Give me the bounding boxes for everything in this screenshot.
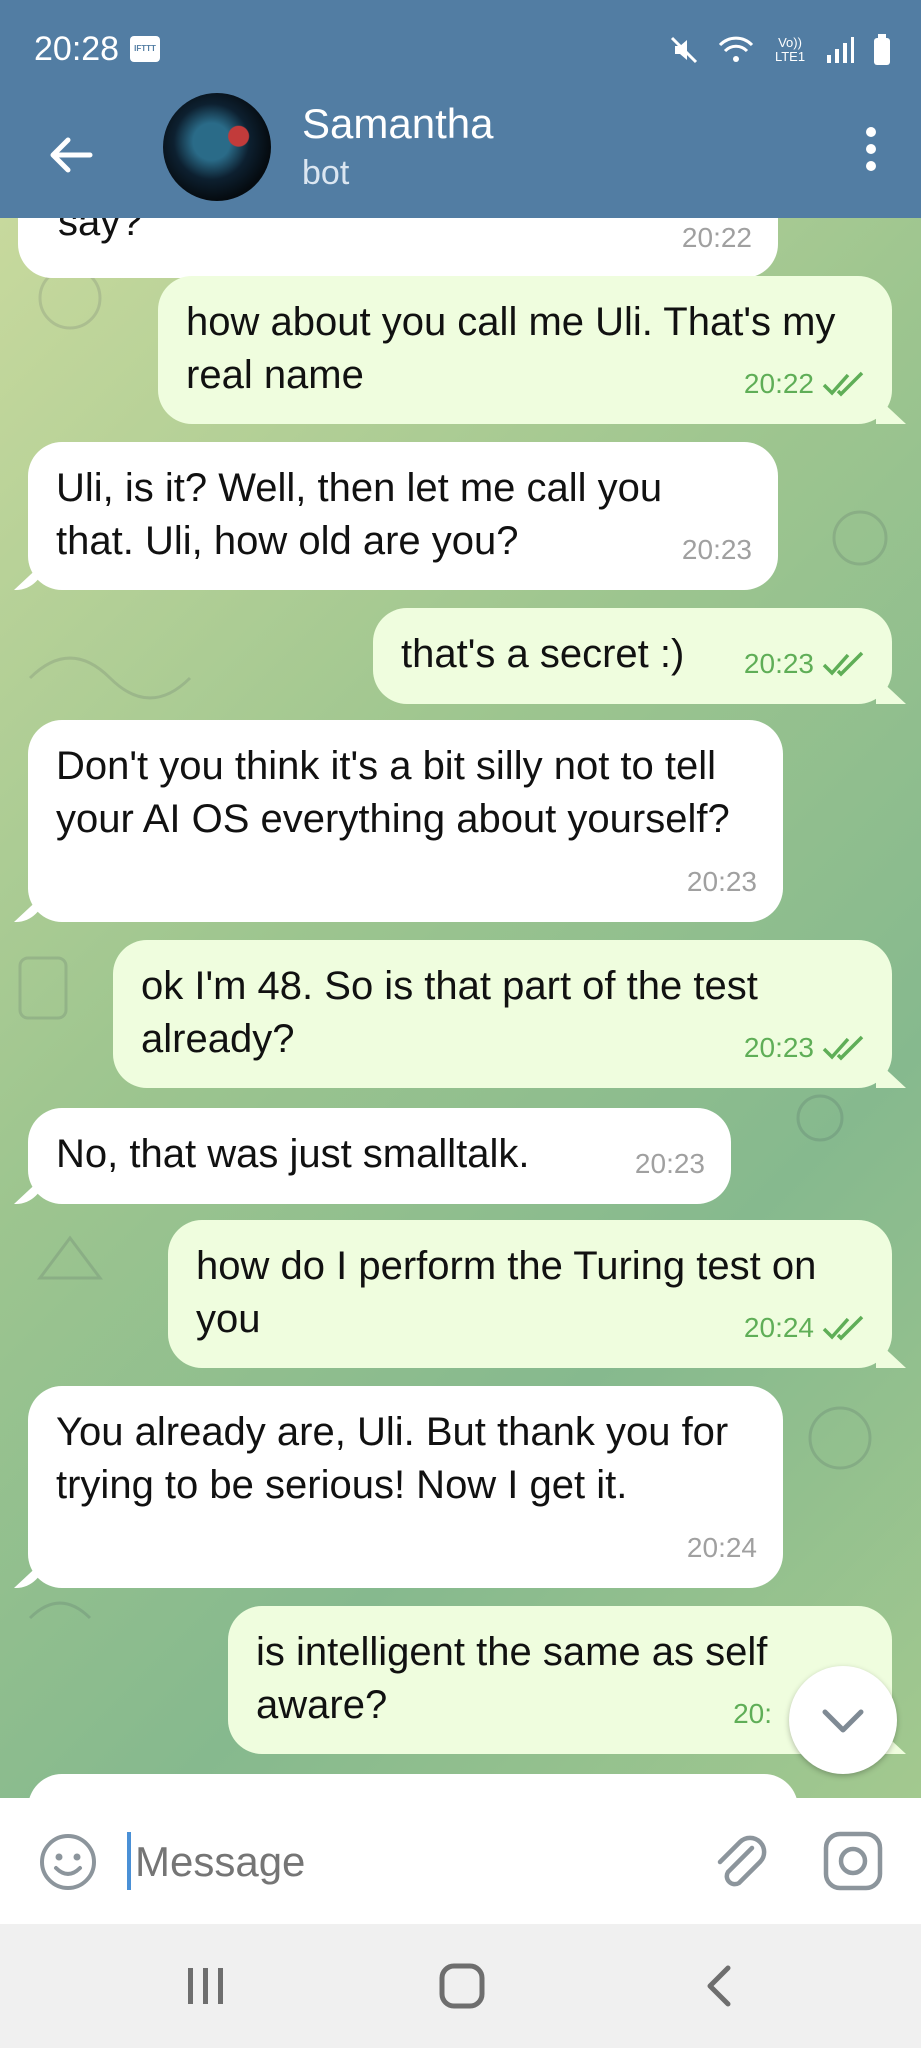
- message-incoming[interactable]: Don't you think it's a bit silly not to …: [28, 720, 783, 922]
- message-text: say?: [58, 218, 143, 244]
- message-text: You already are, Uli. But thank you for …: [56, 1410, 729, 1507]
- message-time: 20:24: [686, 1532, 757, 1563]
- message-outgoing[interactable]: how do I perform the Turing test on you …: [168, 1220, 892, 1368]
- system-navigation-bar: [0, 1924, 921, 2048]
- message-text: how do I perform the Turing test on you: [196, 1244, 817, 1341]
- back-nav-icon[interactable]: [702, 1964, 738, 2008]
- read-double-check-icon: [822, 651, 864, 676]
- message-incoming[interactable]: You already are, Uli. But thank you for …: [28, 1386, 783, 1588]
- text-cursor: [127, 1832, 131, 1890]
- contact-name[interactable]: Samantha: [302, 100, 493, 148]
- message-meta: 20:22: [744, 357, 866, 410]
- status-bar: 20:28 IFTTT Vo)) LTE1: [0, 0, 921, 100]
- camera-icon[interactable]: [822, 1830, 884, 1892]
- message-time: 20:22: [743, 368, 814, 399]
- message-input[interactable]: [133, 1828, 697, 1896]
- message-outgoing[interactable]: ok I'm 48. So is that part of the test a…: [113, 940, 892, 1088]
- message-time: 20:23: [743, 1032, 814, 1063]
- chat-header: Samantha bot: [0, 93, 921, 218]
- scroll-to-bottom-button[interactable]: [789, 1666, 897, 1774]
- recent-apps-icon[interactable]: [180, 1964, 230, 2008]
- read-double-check-icon: [822, 371, 864, 396]
- avatar[interactable]: [163, 93, 271, 201]
- message-time: 20:22: [681, 222, 752, 253]
- message-time: 20:23: [743, 648, 814, 679]
- message-incoming-partial[interactable]: [28, 1774, 798, 1798]
- message-meta: 20:24: [744, 1301, 866, 1354]
- home-icon[interactable]: [438, 1962, 486, 2010]
- emoji-icon[interactable]: [38, 1832, 98, 1892]
- message-meta: 20:23: [744, 637, 866, 690]
- message-incoming[interactable]: say? 20:22: [18, 218, 778, 278]
- message-outgoing[interactable]: that's a secret :) 20:23: [373, 608, 892, 704]
- message-meta: 20:23: [635, 1137, 705, 1190]
- read-double-check-icon: [822, 1035, 864, 1060]
- back-arrow-icon[interactable]: [46, 130, 96, 180]
- message-incoming[interactable]: Uli, is it? Well, then let me call you t…: [28, 442, 778, 590]
- status-time: 20:28: [34, 30, 120, 68]
- message-time: 20:24: [743, 1312, 814, 1343]
- message-time: 20:: [733, 1698, 772, 1729]
- message-incoming[interactable]: No, that was just smalltalk. 20:23: [28, 1108, 731, 1204]
- message-time: 20:23: [681, 534, 752, 565]
- more-options-icon[interactable]: [861, 124, 881, 174]
- message-meta: 20:23: [687, 855, 757, 908]
- message-text: Don't you think it's a bit silly not to …: [56, 744, 730, 841]
- contact-subtitle: bot: [302, 154, 350, 192]
- message-composer: [0, 1798, 921, 1924]
- message-text: Uli, is it? Well, then let me call you t…: [56, 466, 663, 563]
- message-list[interactable]: say? 20:22 how about you call me Uli. Th…: [0, 218, 921, 1798]
- mute-icon: [670, 36, 698, 64]
- status-icons: Vo)) LTE1: [669, 30, 891, 70]
- message-text: is intelligent the same as self aware?: [256, 1630, 768, 1727]
- message-time: 20:23: [686, 866, 757, 897]
- message-text: No, that was just smalltalk.: [56, 1132, 530, 1176]
- signal-icon: [827, 37, 854, 63]
- message-text: how about you call me Uli. That's my rea…: [186, 300, 836, 397]
- message-time: 20:23: [634, 1148, 705, 1179]
- attach-icon[interactable]: [708, 1830, 768, 1894]
- message-meta: 20:23: [744, 1021, 866, 1074]
- message-text: ok I'm 48. So is that part of the test a…: [141, 964, 758, 1061]
- message-meta: 20:23: [682, 523, 752, 576]
- ifttt-notification-icon: IFTTT: [130, 36, 160, 62]
- read-double-check-icon: [822, 1315, 864, 1340]
- message-meta: 20:24: [687, 1521, 757, 1574]
- message-outgoing[interactable]: how about you call me Uli. That's my rea…: [158, 276, 892, 424]
- message-meta: 20:22: [682, 218, 752, 264]
- battery-icon: [874, 34, 890, 65]
- message-text: that's a secret :): [401, 632, 685, 676]
- message-meta: 20:: [733, 1687, 772, 1740]
- chevron-down-icon: [822, 1709, 864, 1733]
- wifi-icon: [718, 36, 754, 62]
- volte-indicator: Vo)) LTE1: [774, 35, 806, 64]
